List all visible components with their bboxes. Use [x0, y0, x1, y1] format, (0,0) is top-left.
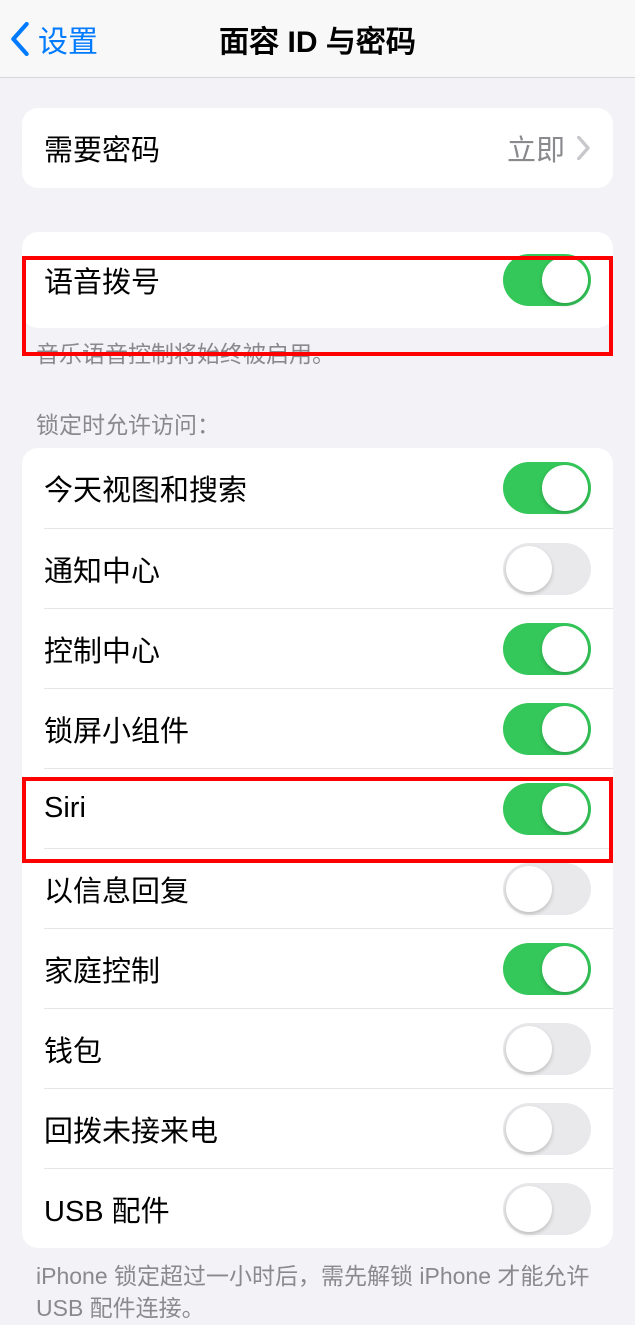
row-lock-access: Siri	[44, 768, 613, 848]
lock-access-toggle[interactable]	[503, 1183, 591, 1235]
lock-access-header: 锁定时允许访问：	[0, 370, 635, 448]
lock-access-toggle[interactable]	[503, 943, 591, 995]
lock-access-toggle[interactable]	[503, 703, 591, 755]
row-voice-dial: 语音拨号	[22, 232, 613, 328]
row-lock-access: 以信息回复	[44, 848, 613, 928]
lock-access-label: 回拨未接来电	[44, 1108, 218, 1150]
lock-access-label: USB 配件	[44, 1188, 170, 1230]
lock-access-label: 钱包	[44, 1028, 102, 1070]
group-require-passcode: 需要密码 立即	[22, 108, 613, 188]
lock-access-label: 家庭控制	[44, 948, 160, 990]
row-lock-access: USB 配件	[44, 1168, 613, 1248]
row-lock-access: 控制中心	[44, 608, 613, 688]
row-lock-access: 钱包	[44, 1008, 613, 1088]
lock-access-footer: iPhone 锁定超过一小时后，需先解锁 iPhone 才能允许USB 配件连接…	[0, 1248, 635, 1324]
lock-access-toggle[interactable]	[503, 543, 591, 595]
lock-access-label: Siri	[44, 792, 86, 825]
lock-access-toggle[interactable]	[503, 1103, 591, 1155]
back-button[interactable]: 设置	[10, 17, 98, 61]
chevron-left-icon	[10, 22, 30, 56]
chevron-right-icon	[577, 136, 591, 160]
row-lock-access: 今天视图和搜索	[22, 448, 613, 528]
back-label: 设置	[38, 17, 98, 61]
lock-access-label: 锁屏小组件	[44, 708, 189, 750]
lock-access-toggle[interactable]	[503, 783, 591, 835]
row-lock-access: 家庭控制	[44, 928, 613, 1008]
voice-dial-toggle[interactable]	[503, 254, 591, 306]
group-voice-dial: 语音拨号	[22, 232, 613, 328]
lock-access-toggle[interactable]	[503, 1023, 591, 1075]
navbar: 设置 面容 ID 与密码	[0, 0, 635, 78]
row-require-passcode[interactable]: 需要密码 立即	[22, 108, 613, 188]
row-lock-access: 回拨未接来电	[44, 1088, 613, 1168]
require-passcode-value: 立即	[507, 127, 591, 169]
row-lock-access: 锁屏小组件	[44, 688, 613, 768]
lock-access-toggle[interactable]	[503, 623, 591, 675]
lock-access-label: 今天视图和搜索	[44, 467, 247, 509]
row-lock-access: 通知中心	[44, 528, 613, 608]
lock-access-label: 通知中心	[44, 548, 160, 590]
lock-access-toggle[interactable]	[503, 863, 591, 915]
content: 需要密码 立即 语音拨号 音乐语音控制将始终被启用。 锁定时允许访问： 今天视图…	[0, 108, 635, 1325]
voice-dial-label: 语音拨号	[44, 259, 160, 301]
lock-access-toggle[interactable]	[503, 462, 591, 514]
group-lock-access: 今天视图和搜索通知中心控制中心锁屏小组件 Siri 以信息回复家庭控制钱包回拨未接来…	[22, 448, 613, 1248]
voice-dial-footer: 音乐语音控制将始终被启用。	[0, 328, 635, 370]
require-passcode-label: 需要密码	[44, 127, 160, 169]
require-passcode-value-text: 立即	[507, 127, 565, 169]
lock-access-label: 控制中心	[44, 628, 160, 670]
lock-access-label: 以信息回复	[44, 868, 189, 910]
